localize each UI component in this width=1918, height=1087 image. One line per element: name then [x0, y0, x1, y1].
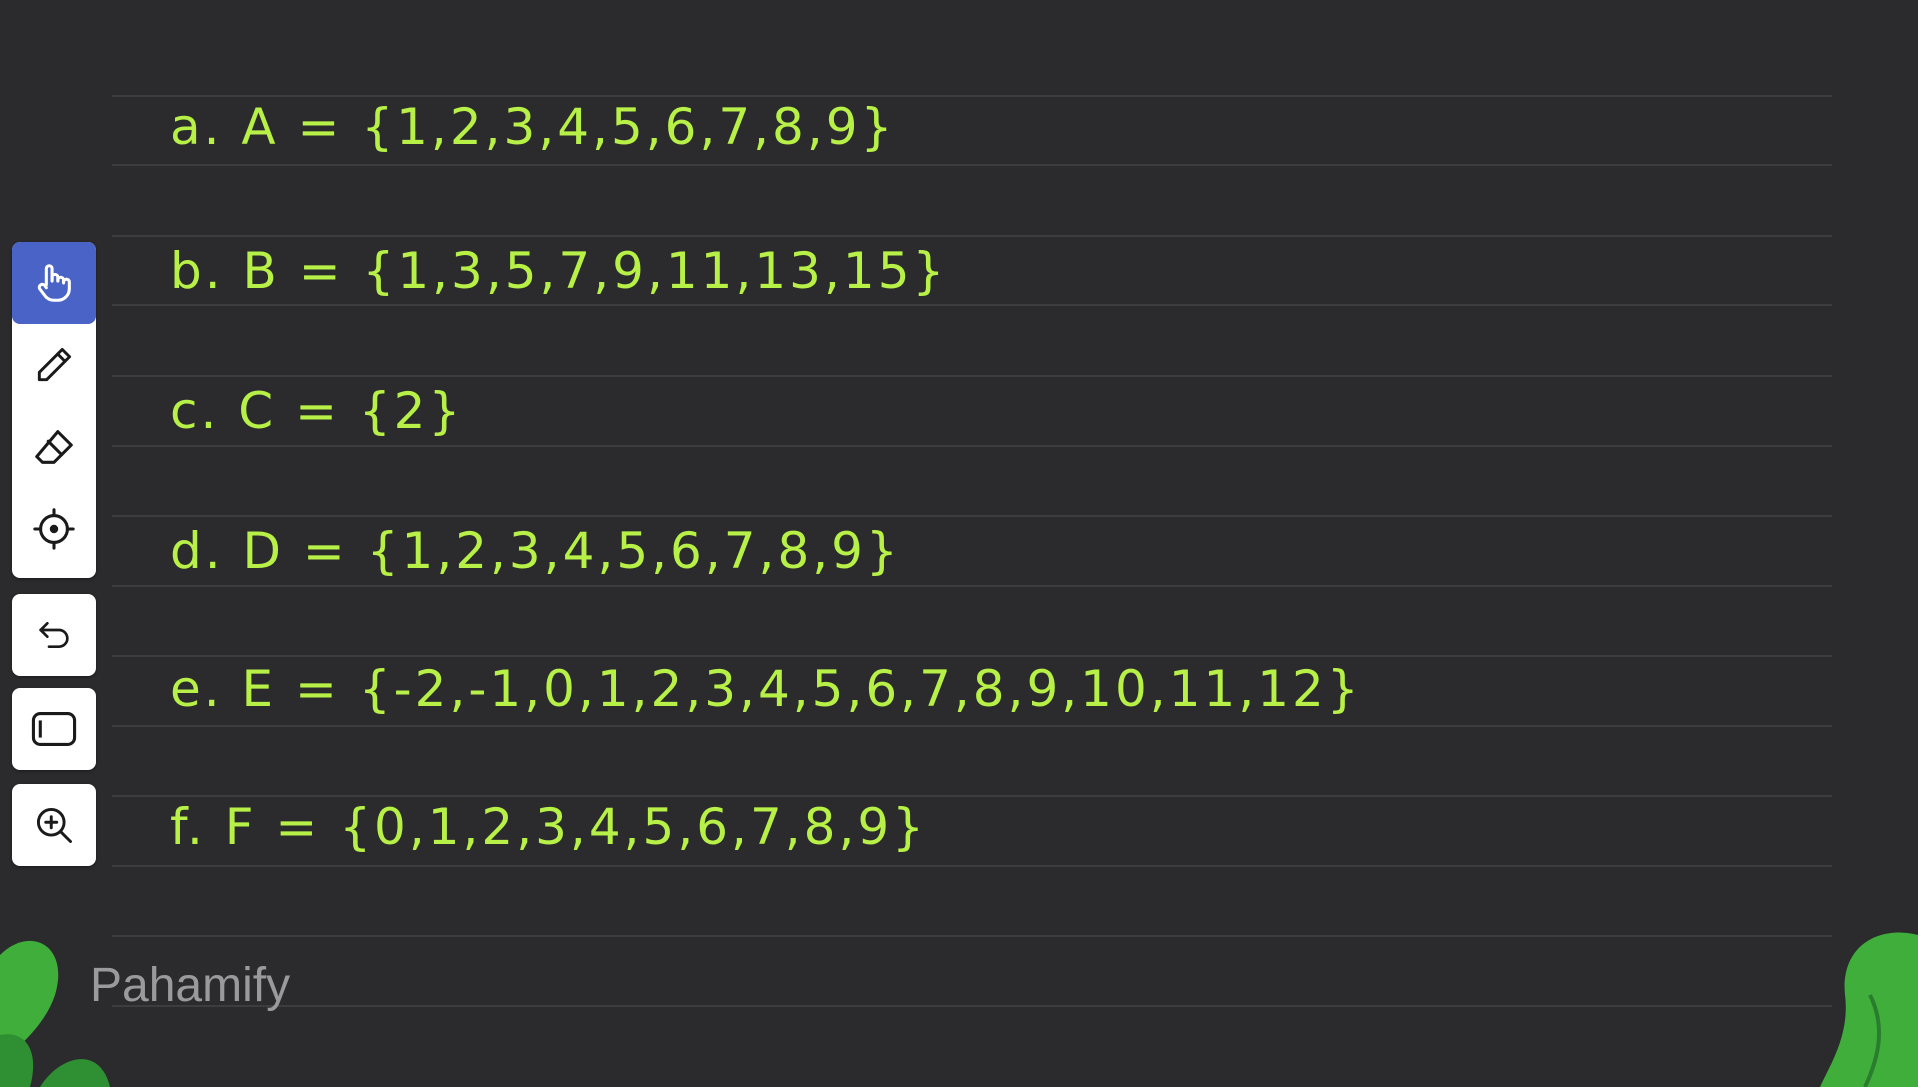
zoom-in-icon	[36, 807, 72, 843]
rule-line	[112, 235, 1832, 237]
rule-line	[112, 655, 1832, 657]
undo-icon	[39, 622, 69, 648]
pahamify-logo: Pahamify	[90, 959, 291, 1012]
rule-line	[112, 95, 1832, 97]
rule-line	[112, 445, 1832, 447]
rule-line	[112, 515, 1832, 517]
laser-pointer-tool-button[interactable]	[12, 488, 96, 570]
pen-tool-button[interactable]	[12, 324, 96, 406]
drawing-toolbar	[12, 242, 96, 578]
rule-line	[112, 304, 1832, 306]
eraser-tool-button[interactable]	[12, 406, 96, 488]
rule-line	[112, 725, 1832, 727]
shape-toolbar	[12, 688, 96, 770]
handwritten-line-d: d. D = {1,2,3,4,5,6,7,8,9}	[170, 522, 901, 580]
shape-tool-button[interactable]	[12, 688, 96, 770]
eraser-icon	[35, 430, 73, 464]
zoom-toolbar	[12, 784, 96, 866]
hand-icon	[37, 264, 71, 302]
undo-button[interactable]	[12, 594, 96, 676]
whiteboard-canvas[interactable]: a. A = {1,2,3,4,5,6,7,8,9} b. B = {1,3,5…	[0, 0, 1918, 1087]
rule-line	[112, 585, 1832, 587]
laser-pointer-icon	[33, 508, 75, 550]
leaf-decoration-right	[1820, 932, 1918, 1087]
handwritten-line-e: e. E = {-2,-1,0,1,2,3,4,5,6,7,8,9,10,11,…	[170, 660, 1362, 718]
rule-line	[112, 795, 1832, 797]
zoom-in-button[interactable]	[12, 784, 96, 866]
hand-tool-button[interactable]	[12, 242, 96, 324]
handwritten-line-b: b. B = {1,3,5,7,9,11,13,15}	[170, 242, 948, 300]
handwritten-line-c: c. C = {2}	[170, 382, 464, 440]
pen-icon	[37, 347, 72, 382]
handwritten-line-a: a. A = {1,2,3,4,5,6,7,8,9}	[170, 98, 896, 156]
rule-line	[112, 375, 1832, 377]
rectangle-icon	[31, 712, 77, 746]
undo-toolbar	[12, 594, 96, 676]
rule-line	[112, 164, 1832, 166]
rule-line	[112, 935, 1832, 937]
handwritten-line-f: f. F = {0,1,2,3,4,5,6,7,8,9}	[170, 798, 927, 856]
rule-line	[112, 1005, 1832, 1007]
rule-line	[112, 865, 1832, 867]
